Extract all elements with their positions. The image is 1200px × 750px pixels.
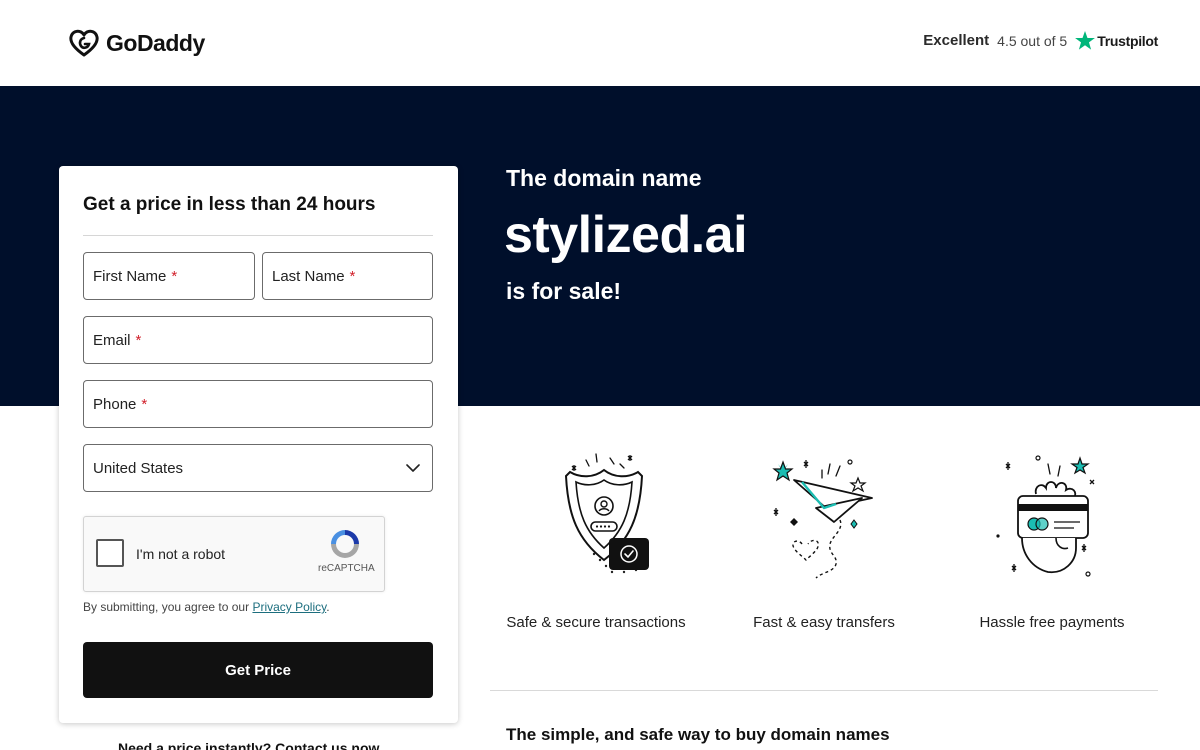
top-header: GoDaddy Excellent 4.5 out of 5 Trustpilo… [0,0,1200,86]
feature-label: Safe & secure transactions [506,614,686,631]
privacy-policy-link[interactable]: Privacy Policy [252,600,326,614]
feature-label: Fast & easy transfers [753,614,895,631]
price-request-form: Get a price in less than 24 hours First … [59,166,458,723]
required-mark: * [141,395,148,413]
contact-prompt: Need a price instantly? Contact us now [118,740,380,750]
first-name-input[interactable]: First Name * [83,252,255,300]
trustpilot-label: Trustpilot [1097,32,1158,49]
recaptcha-logo-icon [331,530,359,558]
logo-text: GoDaddy [106,29,205,56]
last-name-label: Last Name [272,267,345,285]
required-mark: * [135,331,142,349]
recaptcha-widget: I'm not a robot reCAPTCHA [83,516,385,592]
shield-icon [564,453,649,574]
recaptcha-label: I'm not a robot [136,546,226,562]
email-input[interactable]: Email * [83,316,433,364]
required-mark: * [171,267,178,285]
hero-pre-text: The domain name [506,165,702,191]
form-title: Get a price in less than 24 hours [83,194,376,215]
feature-payments: Hassle free payments [947,450,1157,631]
country-value: United States [93,459,184,477]
godaddy-heart-icon [69,29,99,57]
feature-label: Hassle free payments [979,614,1125,631]
first-name-label: First Name [93,267,167,285]
required-mark: * [349,267,356,285]
hero-post-text: is for sale! [506,278,622,304]
last-name-input[interactable]: Last Name * [262,252,433,300]
country-select[interactable]: United States [83,444,433,492]
card-payment-icon [996,455,1095,577]
section-divider [490,690,1158,691]
recaptcha-brand: reCAPTCHA [318,563,375,574]
trustpilot-star-icon [1075,31,1096,50]
phone-input[interactable]: Phone * [83,380,433,428]
feature-secure: Safe & secure transactions [491,450,701,631]
phone-label: Phone [93,395,137,413]
consent-end: . [326,600,330,614]
email-label: Email [93,331,131,349]
form-divider [83,235,433,236]
consent-text: By submitting, you agree to our Privacy … [83,600,330,614]
paper-plane-icon [772,459,873,579]
trustpilot-rating[interactable]: Excellent 4.5 out of 5 Trustpilot [923,31,1158,50]
feature-transfers: Fast & easy transfers [719,450,929,631]
rating-score: 4.5 out of 5 [997,32,1068,49]
recaptcha-checkbox[interactable] [96,539,124,567]
trustpilot-logo: Trustpilot [1075,31,1158,50]
hero-domain-name: stylized.ai [504,206,748,264]
rating-word: Excellent [923,32,990,49]
consent-prefix: By submitting, you agree to our [83,600,250,614]
chevron-down-icon [406,463,420,472]
bottom-heading: The simple, and safe way to buy domain n… [506,725,890,744]
get-price-button[interactable]: Get Price [83,642,433,698]
godaddy-logo[interactable]: GoDaddy [68,28,205,58]
